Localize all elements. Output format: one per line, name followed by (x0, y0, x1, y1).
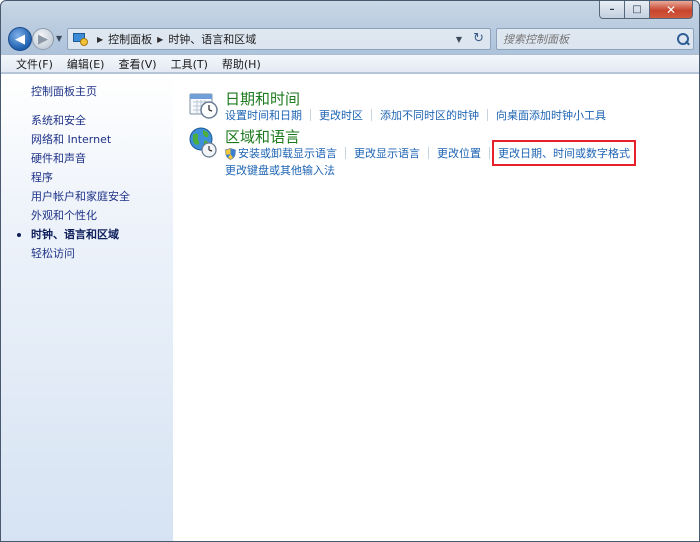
link-separator (310, 109, 311, 121)
link-separator (487, 109, 488, 121)
link-add-clocks[interactable]: 添加不同时区的时钟 (380, 107, 479, 123)
category-title-date-time[interactable]: 日期和时间 (225, 88, 300, 109)
client-area: 控制面板主页 系统和安全 网络和 Internet 硬件和声音 程序 用户帐户和… (1, 74, 699, 541)
breadcrumb-separator-icon[interactable]: ▶ (97, 35, 103, 44)
menu-tools[interactable]: 工具(T) (164, 56, 215, 72)
menu-file[interactable]: 文件(F) (9, 56, 60, 72)
sidebar-item-appearance[interactable]: 外观和个性化 (1, 206, 173, 225)
link-change-time-zone[interactable]: 更改时区 (319, 107, 363, 123)
address-bar[interactable]: ▶ 控制面板 ▶ 时钟、语言和区域 ▼ ↻ (67, 28, 491, 50)
sidebar-category-list: 系统和安全 网络和 Internet 硬件和声音 程序 用户帐户和家庭安全 外观… (1, 111, 173, 263)
search-box[interactable] (496, 28, 694, 50)
main-content: 日期和时间 设置时间和日期 更改时区 添加不同时区的时钟 向桌面添加时钟小工具 (173, 74, 699, 541)
search-input[interactable] (503, 32, 663, 46)
address-dropdown-icon[interactable]: ▼ (456, 35, 462, 44)
link-separator (428, 147, 429, 159)
recent-pages-dropdown-icon[interactable]: ▼ (56, 34, 62, 43)
uac-shield-icon (225, 148, 236, 160)
sidebar-item-user-accounts[interactable]: 用户帐户和家庭安全 (1, 187, 173, 206)
forward-arrow-icon: ▶ (38, 31, 48, 47)
calendar-clock-icon (189, 93, 218, 119)
maximize-button[interactable]: □ (625, 1, 650, 19)
back-arrow-icon: ◀ (15, 31, 25, 47)
breadcrumb-clock-language-region[interactable]: 时钟、语言和区域 (168, 31, 256, 47)
breadcrumb-separator-icon[interactable]: ▶ (157, 35, 163, 44)
back-button[interactable]: ◀ (8, 27, 32, 51)
close-button[interactable]: ✕ (650, 1, 693, 19)
sidebar-item-programs[interactable]: 程序 (1, 168, 173, 187)
sidebar-control-panel-home[interactable]: 控制面板主页 (31, 83, 97, 99)
link-separator (371, 109, 372, 121)
menu-view[interactable]: 查看(V) (111, 56, 163, 72)
menu-bar: 文件(F) 编辑(E) 查看(V) 工具(T) 帮助(H) (1, 54, 699, 73)
sidebar-item-system-security[interactable]: 系统和安全 (1, 111, 173, 130)
link-set-time-date[interactable]: 设置时间和日期 (225, 107, 302, 123)
category-links-region-language: 安装或卸载显示语言 更改显示语言 更改位置 更改日期、时间或数字格式 (225, 140, 636, 166)
refresh-icon[interactable]: ↻ (473, 31, 484, 46)
link-separator (489, 147, 490, 159)
link-separator (345, 147, 346, 159)
link-change-date-time-number-formats[interactable]: 更改日期、时间或数字格式 (492, 140, 636, 166)
control-panel-window: – □ ✕ ◀ ▶ ▼ ▶ 控制面板 ▶ 时钟、语言和区域 ▼ ↻ 文件(F) (0, 0, 700, 542)
category-title-region-language[interactable]: 区域和语言 (225, 126, 300, 147)
forward-button[interactable]: ▶ (32, 28, 54, 50)
link-change-location[interactable]: 更改位置 (437, 145, 481, 161)
breadcrumb-control-panel[interactable]: 控制面板 (108, 31, 152, 47)
link-install-display-language[interactable]: 安装或卸载显示语言 (238, 145, 337, 161)
navigation-bar: ◀ ▶ ▼ ▶ 控制面板 ▶ 时钟、语言和区域 ▼ ↻ (1, 25, 699, 55)
category-links-date-time: 设置时间和日期 更改时区 添加不同时区的时钟 向桌面添加时钟小工具 (225, 107, 606, 123)
link-add-clock-gadget[interactable]: 向桌面添加时钟小工具 (496, 107, 606, 123)
caption-buttons: – □ ✕ (599, 1, 693, 19)
menu-edit[interactable]: 编辑(E) (60, 56, 112, 72)
category-links-region-language-row2: 更改键盘或其他输入法 (225, 162, 335, 178)
minimize-button[interactable]: – (599, 1, 625, 19)
search-icon[interactable] (677, 33, 689, 45)
sidebar-item-hardware-sound[interactable]: 硬件和声音 (1, 149, 173, 168)
menu-help[interactable]: 帮助(H) (215, 56, 268, 72)
control-panel-icon (72, 32, 88, 46)
sidebar-item-network-internet[interactable]: 网络和 Internet (1, 130, 173, 149)
sidebar-item-ease-of-access[interactable]: 轻松访问 (1, 244, 173, 263)
sidebar-item-clock-language-region[interactable]: 时钟、语言和区域 (1, 225, 173, 244)
globe-clock-icon (189, 127, 217, 158)
link-change-display-language[interactable]: 更改显示语言 (354, 145, 420, 161)
sidebar: 控制面板主页 系统和安全 网络和 Internet 硬件和声音 程序 用户帐户和… (1, 74, 173, 541)
link-change-keyboards[interactable]: 更改键盘或其他输入法 (225, 164, 335, 177)
